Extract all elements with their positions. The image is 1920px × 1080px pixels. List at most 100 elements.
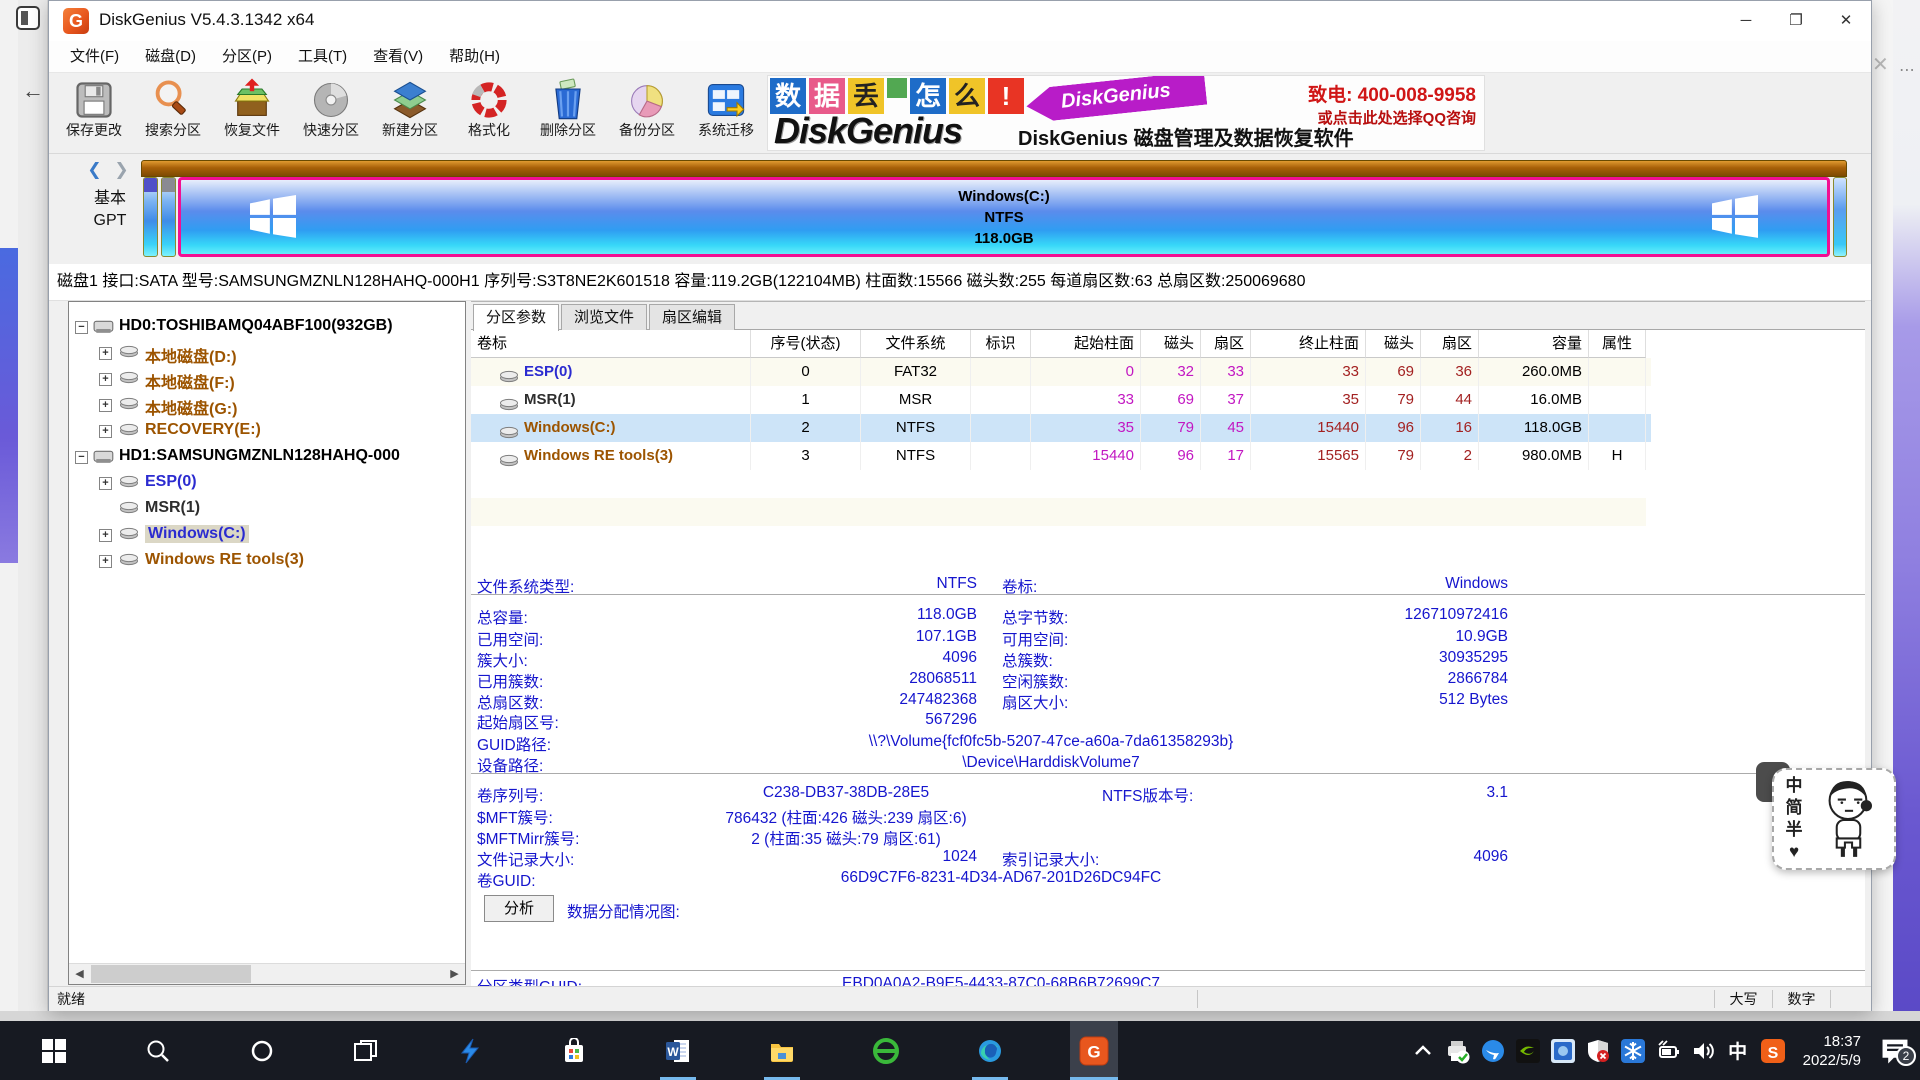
tray-intel-button[interactable] bbox=[1550, 1038, 1576, 1064]
tree-item--g-[interactable]: +本地磁盘(G:) bbox=[69, 392, 465, 418]
menu-item-2[interactable]: 分区(P) bbox=[209, 41, 285, 72]
menu-item-5[interactable]: 帮助(H) bbox=[436, 41, 513, 72]
sogou-ime-panel[interactable]: 中简半♥ bbox=[1772, 768, 1896, 870]
tray-nvidia-button[interactable] bbox=[1515, 1038, 1541, 1064]
column-header-8[interactable]: 磁头 bbox=[1366, 330, 1421, 358]
tree-item-hd0-toshibamq04abf100-932gb-[interactable]: −HD0:TOSHIBAMQ04ABF100(932GB) bbox=[69, 314, 465, 340]
table-row[interactable]: Windows(C:)2NTFS357945154409616118.0GB bbox=[471, 414, 1651, 442]
tree-item-windows-re-tools-3-[interactable]: +Windows RE tools(3) bbox=[69, 548, 465, 574]
close-button[interactable]: ✕ bbox=[1821, 1, 1871, 41]
tray-sogou-button[interactable]: S bbox=[1760, 1038, 1786, 1064]
collapse-icon[interactable]: − bbox=[75, 451, 88, 464]
table-row[interactable]: Windows RE tools(3)3NTFS1544096171556579… bbox=[471, 442, 1651, 470]
tree-item--d-[interactable]: +本地磁盘(D:) bbox=[69, 340, 465, 366]
tree-item--f-[interactable]: +本地磁盘(F:) bbox=[69, 366, 465, 392]
scroll-left-icon[interactable]: ◀ bbox=[69, 964, 90, 984]
column-header-6[interactable]: 扇区 bbox=[1201, 330, 1251, 358]
table-row[interactable]: MSR(1)1MSR33693735794416.0MB bbox=[471, 386, 1651, 414]
tray-speaker-button[interactable] bbox=[1690, 1038, 1716, 1064]
column-header-4[interactable]: 起始柱面 bbox=[1031, 330, 1141, 358]
tray-defender-button[interactable] bbox=[1585, 1038, 1611, 1064]
menu-item-1[interactable]: 磁盘(D) bbox=[132, 41, 209, 72]
column-header-9[interactable]: 扇区 bbox=[1421, 330, 1479, 358]
menu-item-3[interactable]: 工具(T) bbox=[285, 41, 360, 72]
taskbar-word-button[interactable]: W bbox=[654, 1021, 702, 1080]
tree-horizontal-scrollbar[interactable]: ◀ ▶ bbox=[69, 963, 465, 984]
taskbar-flash-app-button[interactable] bbox=[446, 1021, 494, 1080]
toolbar-save-button[interactable]: 保存更改 bbox=[55, 75, 133, 151]
tab-browse-files[interactable]: 浏览文件 bbox=[561, 304, 647, 330]
tree-item-msr-1-[interactable]: MSR(1) bbox=[69, 496, 465, 522]
column-header-0[interactable]: 卷标 bbox=[471, 330, 751, 358]
analyze-button[interactable]: 分析 bbox=[484, 895, 554, 922]
taskbar-green-browser-button[interactable] bbox=[862, 1021, 910, 1080]
tray-printer-button[interactable] bbox=[1445, 1038, 1471, 1064]
column-header-5[interactable]: 磁头 bbox=[1141, 330, 1201, 358]
tree-item-windows-c-[interactable]: +Windows(C:) bbox=[69, 522, 465, 548]
toolbar-quick-partition-button[interactable]: 快速分区 bbox=[292, 75, 370, 151]
scroll-right-icon[interactable]: ▶ bbox=[444, 964, 465, 984]
expand-icon[interactable]: + bbox=[99, 373, 112, 386]
taskbar-task-view-button[interactable] bbox=[342, 1021, 390, 1080]
tree-item-esp-0-[interactable]: + ESP(0) bbox=[69, 470, 465, 496]
prev-disk-icon[interactable]: ❮ bbox=[87, 160, 105, 179]
taskbar-edge-button[interactable] bbox=[966, 1021, 1014, 1080]
taskbar-taskbar-search-button[interactable] bbox=[134, 1021, 182, 1080]
taskbar-diskgenius-taskbar-button[interactable]: G bbox=[1070, 1021, 1118, 1080]
tray-power-button[interactable] bbox=[1655, 1038, 1681, 1064]
notification-center-button[interactable]: 2 bbox=[1878, 1034, 1912, 1068]
taskbar-start-button[interactable] bbox=[30, 1021, 78, 1080]
windows-partition-bar[interactable]: Windows(C:) NTFS 118.0GB bbox=[178, 177, 1830, 257]
toolbar-format-button[interactable]: 格式化 bbox=[450, 75, 528, 151]
green-browser-icon bbox=[873, 1038, 899, 1064]
detail-label: 起始扇区号: bbox=[477, 711, 559, 733]
toolbar-system-migrate-button[interactable]: 系统迁移 bbox=[687, 75, 765, 151]
column-header-3[interactable]: 标识 bbox=[971, 330, 1031, 358]
recovery-partition-bar[interactable] bbox=[1833, 177, 1847, 257]
expand-icon[interactable]: + bbox=[99, 555, 112, 568]
expand-icon[interactable]: + bbox=[99, 347, 112, 360]
next-disk-icon[interactable]: ❯ bbox=[114, 160, 132, 179]
ad-phone-number: 致电: 400-008-9958 bbox=[1308, 80, 1476, 107]
tree-item-label: ESP(0) bbox=[145, 473, 197, 491]
taskbar-cortana-button[interactable] bbox=[238, 1021, 286, 1080]
toolbar-new-partition-button[interactable]: 新建分区 bbox=[371, 75, 449, 151]
column-header-7[interactable]: 终止柱面 bbox=[1251, 330, 1366, 358]
taskbar-file-explorer-button[interactable] bbox=[758, 1021, 806, 1080]
maximize-button[interactable]: ❐ bbox=[1771, 1, 1821, 41]
msr-partition-bar[interactable] bbox=[161, 177, 176, 257]
esp-partition-bar[interactable] bbox=[143, 177, 158, 257]
volume-name: Windows(C:) bbox=[524, 414, 616, 442]
tray-ime-zh-button[interactable]: 中 bbox=[1725, 1038, 1751, 1064]
tray-chevron-up-button[interactable] bbox=[1410, 1038, 1436, 1064]
column-header-1[interactable]: 序号(状态) bbox=[751, 330, 861, 358]
tab-sector-edit[interactable]: 扇区编辑 bbox=[649, 304, 735, 330]
disk-header-strip[interactable] bbox=[141, 160, 1847, 177]
minimize-button[interactable]: ─ bbox=[1721, 1, 1771, 41]
toolbar-search-button[interactable]: 搜索分区 bbox=[134, 75, 212, 151]
expand-icon[interactable]: + bbox=[99, 425, 112, 438]
scrollbar-thumb[interactable] bbox=[91, 965, 251, 983]
menu-item-4[interactable]: 查看(V) bbox=[360, 41, 436, 72]
column-header-10[interactable]: 容量 bbox=[1479, 330, 1589, 358]
taskbar-store-button[interactable] bbox=[550, 1021, 598, 1080]
banner-ad[interactable]: 数据丢怎么! DiskGenius DiskGenius 致电: 400-008… bbox=[767, 75, 1485, 151]
tray-dingtalk-button[interactable] bbox=[1480, 1038, 1506, 1064]
toolbar-backup-partition-button[interactable]: 备份分区 bbox=[608, 75, 686, 151]
tray-snowflake-button[interactable] bbox=[1620, 1038, 1646, 1064]
toolbar-recover-button[interactable]: 恢复文件 bbox=[213, 75, 291, 151]
tree-item-recovery-e-[interactable]: +RECOVERY(E:) bbox=[69, 418, 465, 444]
expand-icon[interactable]: + bbox=[99, 477, 112, 490]
divider bbox=[471, 970, 1865, 971]
expand-icon[interactable]: + bbox=[99, 529, 112, 542]
taskbar-clock[interactable]: 18:372022/5/9 bbox=[1803, 1032, 1861, 1070]
tab-partition-params[interactable]: 分区参数 bbox=[473, 304, 559, 331]
tree-item-hd1-samsungmznln128hahq-000[interactable]: −HD1:SAMSUNGMZNLN128HAHQ-000 bbox=[69, 444, 465, 470]
collapse-icon[interactable]: − bbox=[75, 321, 88, 334]
table-row[interactable]: ESP(0)0FAT3203233336936260.0MB bbox=[471, 358, 1651, 386]
menu-item-0[interactable]: 文件(F) bbox=[57, 41, 132, 72]
column-header-2[interactable]: 文件系统 bbox=[861, 330, 971, 358]
column-header-11[interactable]: 属性 bbox=[1589, 330, 1646, 358]
expand-icon[interactable]: + bbox=[99, 399, 112, 412]
toolbar-delete-partition-button[interactable]: 删除分区 bbox=[529, 75, 607, 151]
